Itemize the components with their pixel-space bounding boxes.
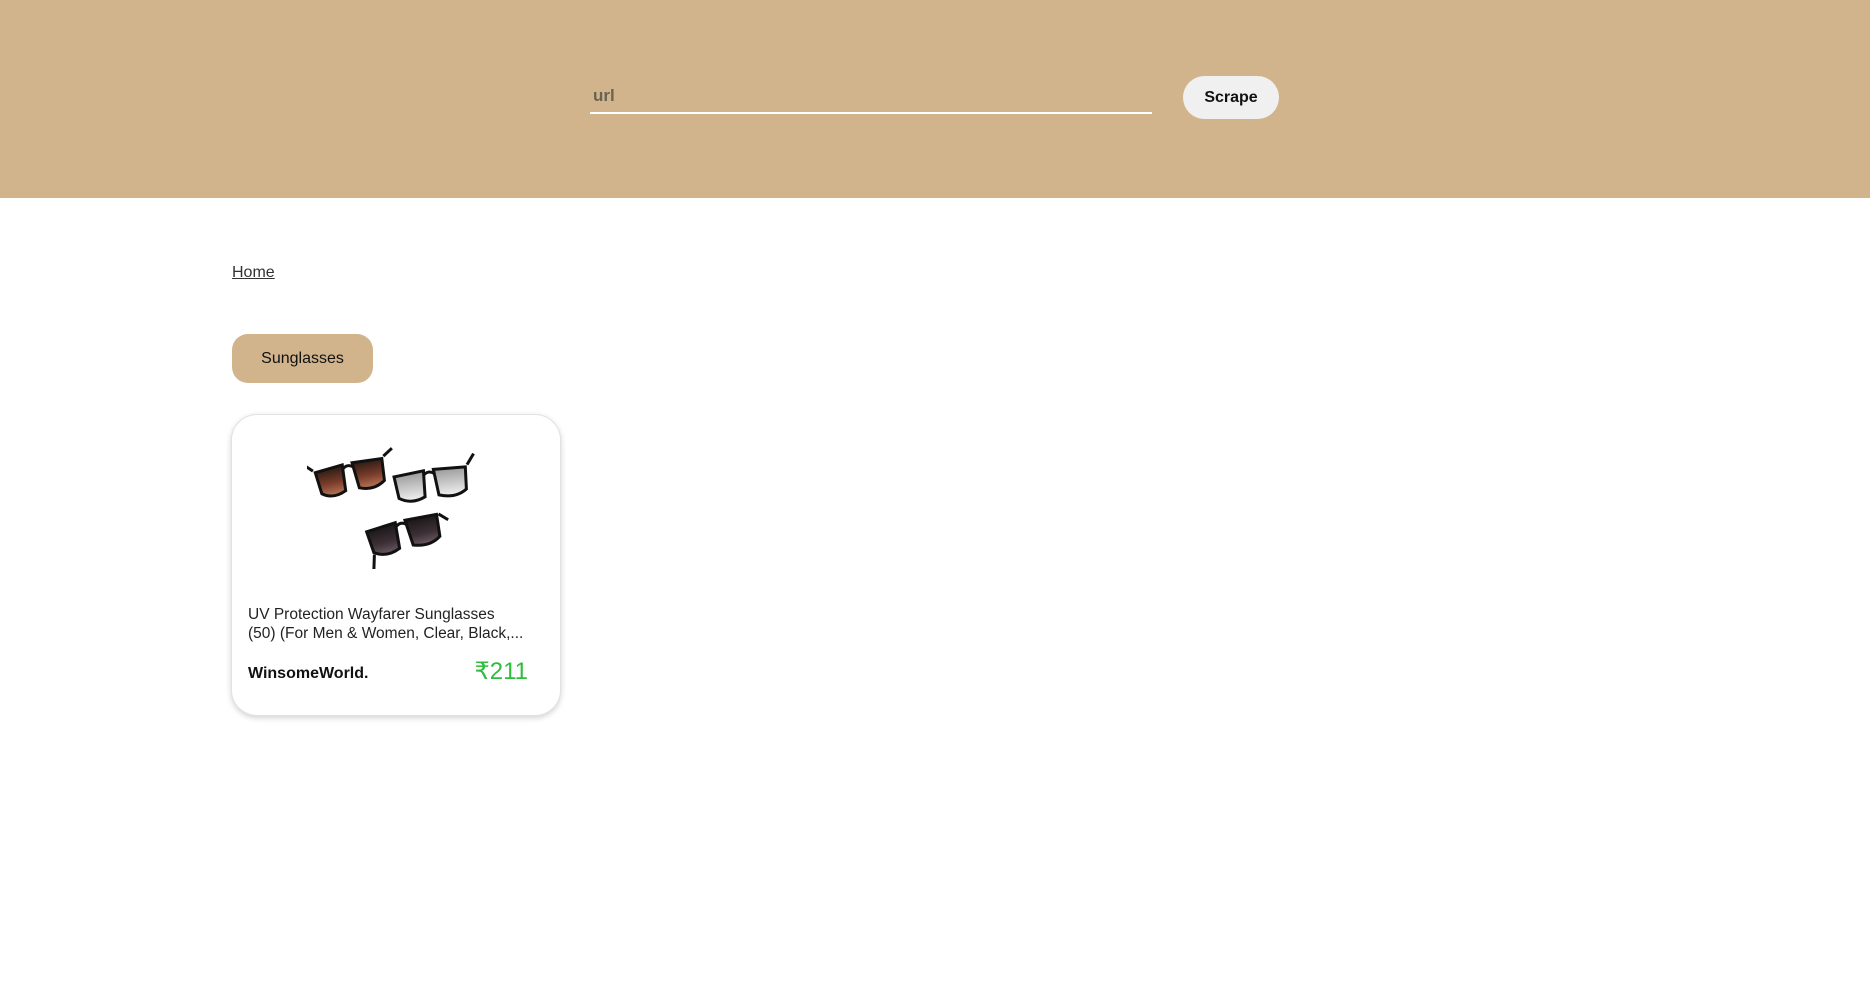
sunglasses-image bbox=[307, 447, 475, 569]
product-title-line-2: (50) (For Men & Women, Clear, Black,... bbox=[248, 625, 524, 642]
header-bar: Scrape bbox=[0, 0, 1870, 198]
product-title-line-1: UV Protection Wayfarer Sunglasses bbox=[248, 606, 495, 623]
category-chip-sunglasses[interactable]: Sunglasses bbox=[232, 334, 373, 383]
url-input[interactable] bbox=[590, 80, 1152, 112]
product-card[interactable]: UV Protection Wayfarer Sunglasses (50) (… bbox=[231, 414, 561, 716]
breadcrumb-home-link[interactable]: Home bbox=[232, 264, 275, 281]
product-price: ₹211 bbox=[474, 658, 528, 685]
breadcrumb: Home bbox=[232, 264, 275, 282]
url-field bbox=[590, 80, 1152, 114]
scrape-button[interactable]: Scrape bbox=[1183, 76, 1279, 119]
product-title: UV Protection Wayfarer Sunglasses (50) (… bbox=[248, 605, 548, 643]
product-brand: WinsomeWorld. bbox=[248, 665, 369, 682]
